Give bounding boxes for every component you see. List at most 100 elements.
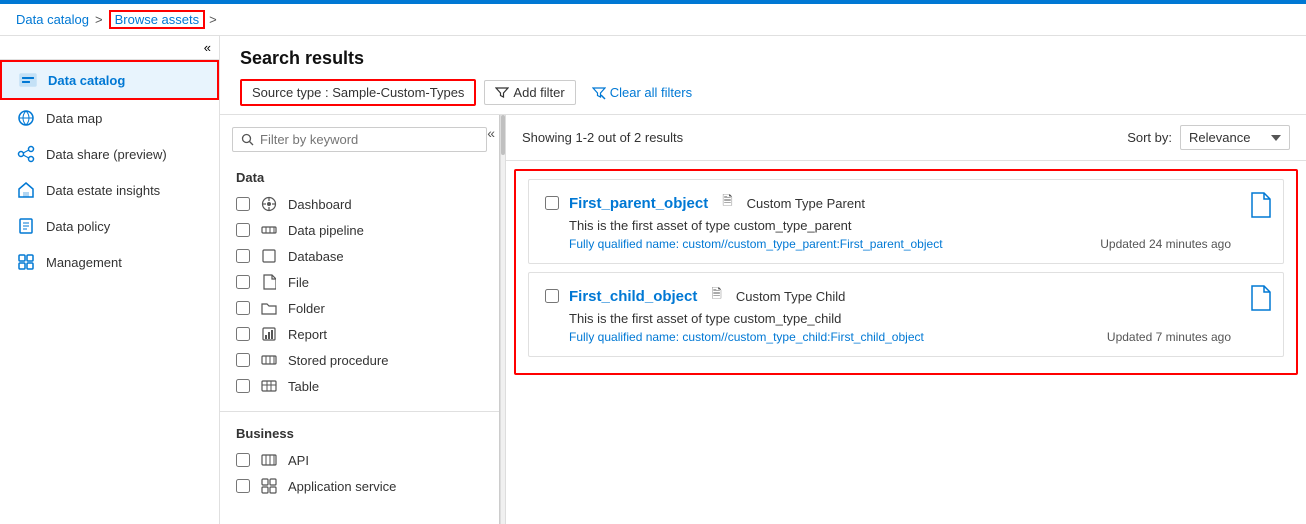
stored-procedure-label: Stored procedure (288, 353, 388, 368)
api-icon (260, 451, 278, 469)
filter-item-data-pipeline[interactable]: Data pipeline (220, 217, 499, 243)
report-label: Report (288, 327, 327, 342)
filter-panel: « Data Dashboard (220, 115, 500, 524)
sidebar-item-data-estate[interactable]: Data estate insights (0, 172, 219, 208)
folder-label: Folder (288, 301, 325, 316)
data-pipeline-label: Data pipeline (288, 223, 364, 238)
filter-item-api[interactable]: API (220, 447, 499, 473)
filter-search-box[interactable] (232, 127, 487, 152)
filter-section-data: Data (220, 164, 499, 191)
result-card-header-2: First_child_object 🗎 Custom Type Child (545, 285, 1267, 307)
data-share-icon (16, 144, 36, 164)
result-meta-1: Fully qualified name: custom//custom_typ… (545, 237, 1267, 251)
sort-label: Sort by: (1127, 130, 1172, 145)
content-area: Search results Source type : Sample-Cust… (220, 36, 1306, 524)
result-title-1[interactable]: First_parent_object (569, 195, 708, 212)
breadcrumb-data-catalog[interactable]: Data catalog (16, 12, 89, 27)
collapse-icon: « (204, 40, 211, 55)
breadcrumb-browse-assets: Browse assets (109, 10, 206, 29)
body-split: « Data Dashboard (220, 115, 1306, 524)
sort-select[interactable]: Relevance Name Last updated (1180, 125, 1290, 150)
sidebar-item-data-catalog[interactable]: Data catalog (0, 60, 219, 100)
breadcrumb-chevron: > (209, 12, 217, 27)
clear-all-filters-button[interactable]: Clear all filters (584, 81, 700, 104)
filter-item-folder[interactable]: Folder (220, 295, 499, 321)
result-qualified-1: Fully qualified name: custom//custom_typ… (545, 237, 943, 251)
result-desc-2: This is the first asset of type custom_t… (545, 311, 1267, 326)
data-pipeline-checkbox[interactable] (236, 223, 250, 237)
filter-item-table[interactable]: Table (220, 373, 499, 399)
page-title: Search results (240, 48, 1286, 69)
application-service-icon (260, 477, 278, 495)
stored-procedure-checkbox[interactable] (236, 353, 250, 367)
filter-item-database[interactable]: Database (220, 243, 499, 269)
filter-keyword-input[interactable] (260, 132, 478, 147)
result-checkbox-2[interactable] (545, 289, 559, 303)
filter-icon (495, 86, 509, 100)
report-checkbox[interactable] (236, 327, 250, 341)
sidebar-item-management[interactable]: Management (0, 244, 219, 280)
application-service-label: Application service (288, 479, 396, 494)
result-checkbox-1[interactable] (545, 196, 559, 210)
dashboard-checkbox[interactable] (236, 197, 250, 211)
sidebar-label-data-map: Data map (46, 111, 102, 126)
data-catalog-icon (18, 70, 38, 90)
filter-item-stored-procedure[interactable]: Stored procedure (220, 347, 499, 373)
results-panel: Showing 1-2 out of 2 results Sort by: Re… (506, 115, 1306, 524)
application-service-checkbox[interactable] (236, 479, 250, 493)
data-map-icon (16, 108, 36, 128)
result-desc-1: This is the first asset of type custom_t… (545, 218, 1267, 233)
report-icon (260, 325, 278, 343)
add-filter-button[interactable]: Add filter (484, 80, 575, 105)
search-header: Search results Source type : Sample-Cust… (220, 36, 1306, 115)
data-estate-icon (16, 180, 36, 200)
add-filter-label: Add filter (513, 85, 564, 100)
file-checkbox[interactable] (236, 275, 250, 289)
file-icon (260, 273, 278, 291)
management-icon (16, 252, 36, 272)
sidebar-item-data-map[interactable]: Data map (0, 100, 219, 136)
result-qualified-2: Fully qualified name: custom//custom_typ… (545, 330, 924, 344)
api-checkbox[interactable] (236, 453, 250, 467)
search-icon (241, 133, 254, 146)
result-type-icon-2: 🗎 (711, 285, 721, 307)
stored-procedure-icon (260, 351, 278, 369)
sidebar-label-data-catalog: Data catalog (48, 73, 125, 88)
data-policy-icon (16, 216, 36, 236)
sidebar-label-data-policy: Data policy (46, 219, 110, 234)
database-label: Database (288, 249, 344, 264)
filter-item-file[interactable]: File (220, 269, 499, 295)
result-meta-2: Fully qualified name: custom//custom_typ… (545, 330, 1267, 344)
filter-item-report[interactable]: Report (220, 321, 499, 347)
results-count: Showing 1-2 out of 2 results (522, 130, 683, 145)
sidebar-item-data-share[interactable]: Data share (preview) (0, 136, 219, 172)
sidebar-label-data-share: Data share (preview) (46, 147, 167, 162)
database-checkbox[interactable] (236, 249, 250, 263)
scroll-divider (500, 115, 506, 524)
result-updated-1: Updated 24 minutes ago (1100, 237, 1267, 251)
result-doc-icon-2 (1249, 285, 1271, 317)
result-card-header-1: First_parent_object 🗎 Custom Type Parent (545, 192, 1267, 214)
sidebar-item-data-policy[interactable]: Data policy (0, 208, 219, 244)
filter-item-dashboard[interactable]: Dashboard (220, 191, 499, 217)
filter-item-application-service[interactable]: Application service (220, 473, 499, 499)
result-doc-icon-1 (1249, 192, 1271, 224)
sidebar-collapse-btn[interactable]: « (0, 36, 219, 60)
table-checkbox[interactable] (236, 379, 250, 393)
sidebar-label-management: Management (46, 255, 122, 270)
filter-panel-collapse-button[interactable]: « (487, 125, 495, 141)
folder-icon (260, 299, 278, 317)
breadcrumb: Data catalog > Browse assets > (0, 4, 1306, 36)
result-title-2[interactable]: First_child_object (569, 288, 697, 305)
folder-checkbox[interactable] (236, 301, 250, 315)
clear-filter-icon (592, 86, 606, 100)
active-filter-label: Source type : Sample-Custom-Types (252, 85, 464, 100)
dashboard-icon (260, 195, 278, 213)
sort-controls: Sort by: Relevance Name Last updated (1127, 125, 1290, 150)
sidebar: « Data catalog Data map (0, 36, 220, 524)
active-filter-tag[interactable]: Source type : Sample-Custom-Types (240, 79, 476, 106)
table-icon (260, 377, 278, 395)
sidebar-label-data-estate: Data estate insights (46, 183, 160, 198)
scroll-thumb (501, 115, 505, 155)
results-header: Showing 1-2 out of 2 results Sort by: Re… (506, 115, 1306, 161)
